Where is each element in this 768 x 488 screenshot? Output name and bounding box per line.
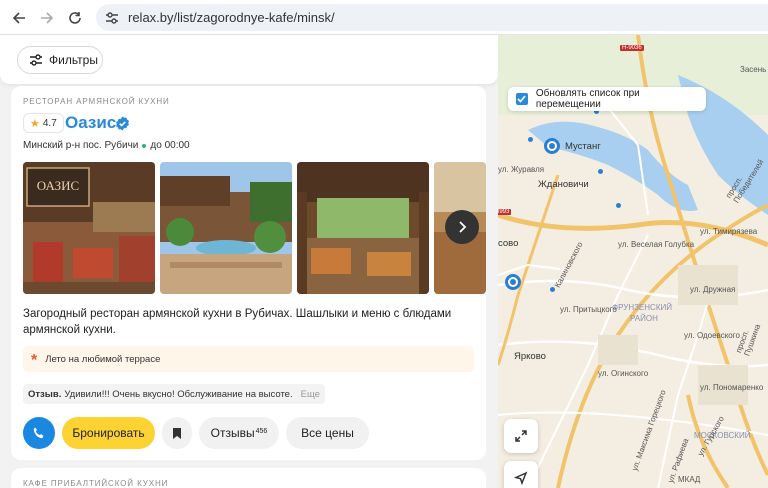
map-label-oginskogo: ул. Огинского bbox=[598, 369, 649, 378]
reload-button[interactable] bbox=[64, 7, 86, 29]
photo-1[interactable]: ОАЗИС bbox=[23, 162, 155, 294]
opening-hours: до 00:00 bbox=[150, 140, 190, 151]
all-prices-button[interactable]: Все цены bbox=[286, 417, 369, 449]
update-on-move-label: Обновлять список при перемещении bbox=[535, 88, 640, 110]
map-marker-small[interactable] bbox=[528, 137, 533, 142]
map-label-pritytskogo: ул. Притыцкого bbox=[560, 305, 617, 314]
filter-bar: Фильтры bbox=[0, 35, 498, 84]
map-label-odoevskogo: ул. Одоевского bbox=[684, 331, 740, 340]
next-listing-card[interactable]: КАФЕ ПРИБАЛТИЙСКОЙ КУХНИ bbox=[11, 468, 486, 488]
rating-badge: ★ 4.7 bbox=[23, 113, 64, 133]
url-text: relax.by/list/zagorodnye-kafe/minsk/ bbox=[128, 10, 335, 25]
map-label-timiryazeva: ул. Тимирязева bbox=[700, 227, 758, 236]
road-badge-n9036: Н-9036 bbox=[620, 45, 644, 51]
review-label: Отзыв. bbox=[28, 388, 62, 400]
map-marker-oasis[interactable] bbox=[505, 274, 521, 290]
review-more-link[interactable]: Еще bbox=[301, 389, 320, 400]
map-label-druzhnaya: ул. Дружная bbox=[690, 285, 736, 294]
feature-highlight: * Лето на любимой террасе bbox=[23, 346, 474, 372]
map-label-rayon: РАЙОН bbox=[630, 314, 658, 323]
map-label-yarkovo: Ярково bbox=[514, 351, 546, 362]
map-label-mkad: МКАД bbox=[678, 475, 701, 484]
arrow-right-icon bbox=[41, 12, 54, 24]
photo-gallery[interactable]: ОАЗИС bbox=[23, 162, 486, 294]
map-label-moskovsky: МОСКОВСКИЙ bbox=[694, 431, 751, 440]
next-listing-category: КАФЕ ПРИБАЛТИЙСКОЙ КУХНИ bbox=[23, 479, 169, 488]
phone-icon bbox=[33, 427, 44, 439]
review-text: Удивили!!! Очень вкусно! Обслуживание на… bbox=[64, 388, 293, 400]
map-label-mustang: Мустанг bbox=[565, 141, 601, 152]
address-text: Минский р-н пос. Рубичи bbox=[23, 140, 139, 151]
review-snippet: Отзыв. Удивили!!! Очень вкусно! Обслужив… bbox=[23, 384, 325, 404]
open-status-dot bbox=[142, 143, 147, 148]
bookmark-icon bbox=[173, 427, 181, 439]
map-marker-small[interactable] bbox=[616, 203, 621, 208]
browser-toolbar: relax.by/list/zagorodnye-kafe/minsk/ bbox=[0, 0, 768, 35]
map-label-golubka: ул. Веселая Голубка bbox=[618, 240, 695, 249]
reload-icon bbox=[69, 12, 81, 24]
asterisk-icon: * bbox=[31, 352, 38, 369]
road-badge-8993: 8993 bbox=[498, 209, 512, 215]
map-label-zhdanovichi: Ждановичи bbox=[538, 179, 589, 190]
star-icon: ★ bbox=[30, 117, 40, 130]
fullscreen-button[interactable] bbox=[504, 419, 538, 453]
map-marker-small[interactable] bbox=[550, 287, 555, 292]
map-label-zhuravlya: ул. Журавля bbox=[498, 165, 545, 174]
map-label-zasen: Засень bbox=[740, 65, 767, 74]
map-marker-mustang[interactable] bbox=[544, 138, 560, 154]
feature-text: Лето на любимой террасе bbox=[45, 353, 161, 365]
back-button[interactable] bbox=[8, 7, 30, 29]
filters-button[interactable]: Фильтры bbox=[17, 46, 103, 74]
listing-panel: Фильтры РЕСТОРАН АРМЯНСКОЙ КУХНИ ★ 4.7 О… bbox=[0, 35, 498, 488]
map-label-ponomarenko: ул. Пономаренко bbox=[700, 383, 764, 392]
bookmark-button[interactable] bbox=[162, 417, 192, 449]
photo-sign-text: ОАЗИС bbox=[37, 178, 79, 193]
reviews-button[interactable]: Отзывы 456 bbox=[199, 417, 279, 449]
tune-icon[interactable] bbox=[104, 10, 120, 26]
book-button[interactable]: Бронировать bbox=[62, 417, 155, 449]
rating-value: 4.7 bbox=[42, 117, 57, 129]
sliders-icon bbox=[30, 54, 42, 66]
photo-2[interactable] bbox=[160, 162, 292, 294]
expand-icon bbox=[515, 430, 527, 442]
verified-icon bbox=[116, 116, 129, 131]
listing-description: Загородный ресторан армянской кухни в Ру… bbox=[23, 308, 452, 336]
update-on-move-toggle[interactable]: Обновлять список при перемещении bbox=[508, 87, 706, 111]
navigation-arrow-icon bbox=[514, 471, 528, 485]
locate-button[interactable] bbox=[504, 461, 538, 488]
reviews-label: Отзывы bbox=[210, 426, 255, 440]
map-label-frunzensky: ФРУНЗЕНСКИЙ bbox=[612, 303, 672, 312]
listing-card[interactable]: РЕСТОРАН АРМЯНСКОЙ КУХНИ ★ 4.7 Оазис Мин… bbox=[11, 86, 486, 460]
photo-3[interactable] bbox=[297, 162, 429, 294]
filters-label: Фильтры bbox=[49, 53, 98, 67]
forward-button[interactable] bbox=[36, 7, 58, 29]
listing-category: РЕСТОРАН АРМЯНСКОЙ КУХНИ bbox=[23, 97, 170, 106]
checkbox-checked-icon[interactable] bbox=[516, 93, 528, 105]
map-marker-small[interactable] bbox=[598, 169, 603, 174]
chevron-right-icon bbox=[459, 221, 467, 233]
gallery-next-button[interactable] bbox=[445, 210, 479, 244]
map-label-sovo: совo bbox=[498, 238, 519, 249]
address-bar[interactable]: relax.by/list/zagorodnye-kafe/minsk/ bbox=[96, 4, 768, 31]
arrow-left-icon bbox=[12, 12, 25, 24]
listing-title[interactable]: Оазис bbox=[65, 113, 116, 133]
address-line: Минский р-н пос. Рубичи до 00:00 bbox=[23, 140, 190, 151]
call-button[interactable] bbox=[23, 417, 55, 449]
reviews-count: 456 bbox=[255, 427, 268, 435]
